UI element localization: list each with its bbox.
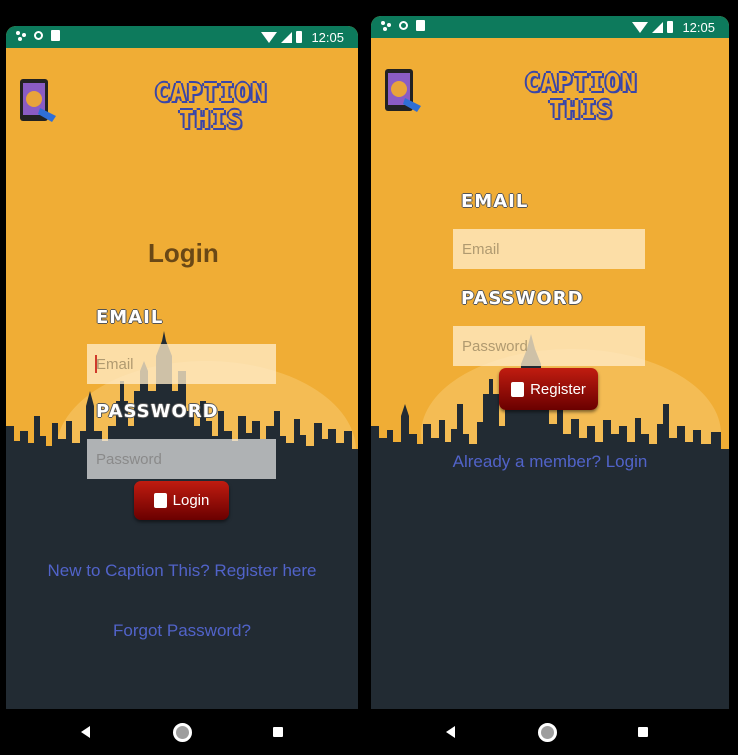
email-label: EMAIL xyxy=(96,307,164,328)
login-button-label: Login xyxy=(172,492,210,509)
password-field[interactable] xyxy=(87,439,276,479)
email-label: EMAIL xyxy=(461,191,529,212)
status-icons-right xyxy=(261,31,302,43)
status-time: 12:05 xyxy=(311,30,344,45)
skyline-background xyxy=(6,331,358,721)
sync-icon xyxy=(399,21,408,30)
recents-icon[interactable] xyxy=(638,727,648,737)
app-logo-icon xyxy=(385,69,421,112)
signal-icon xyxy=(652,21,663,33)
login-button[interactable]: Login xyxy=(134,481,229,520)
sd-card-icon xyxy=(51,30,60,41)
status-icons-left xyxy=(381,20,425,31)
page-title: Login xyxy=(148,238,219,268)
signal-icon xyxy=(281,31,292,43)
wifi-icon xyxy=(632,21,648,33)
register-screen: 12:05 CAPTION THIS EMAIL PASSWORD Regist… xyxy=(371,16,729,755)
status-icons-left xyxy=(16,30,60,41)
password-field[interactable] xyxy=(453,326,645,366)
brand-line-1: CAPTION xyxy=(524,68,638,97)
brand-line-1: CAPTION xyxy=(154,78,268,107)
back-icon[interactable] xyxy=(446,726,455,738)
email-field[interactable] xyxy=(453,229,645,269)
status-bar: 12:05 xyxy=(371,16,729,38)
battery-icon xyxy=(667,21,673,33)
navigation-bar xyxy=(371,709,729,755)
home-icon[interactable] xyxy=(173,723,192,742)
status-bar: 12:05 xyxy=(6,26,358,48)
login-link[interactable]: Already a member? Login xyxy=(371,452,729,472)
brand-line-2: THIS xyxy=(178,105,244,134)
register-icon xyxy=(511,381,525,397)
nodes-icon xyxy=(381,20,391,31)
sd-card-icon xyxy=(416,20,425,31)
text-cursor xyxy=(95,355,97,373)
wifi-icon xyxy=(261,31,277,43)
brand-logo: CAPTION THIS xyxy=(496,69,666,123)
sync-icon xyxy=(34,31,43,40)
recents-icon[interactable] xyxy=(273,727,283,737)
login-screen: 12:05 CAPTION THIS Login EMAIL PASSWORD … xyxy=(6,26,358,755)
battery-icon xyxy=(296,31,302,43)
email-field[interactable] xyxy=(87,344,276,384)
status-time: 12:05 xyxy=(682,20,715,35)
password-label: PASSWORD xyxy=(96,401,219,422)
forgot-password-link[interactable]: Forgot Password? xyxy=(6,621,358,641)
register-button-label: Register xyxy=(530,380,586,398)
status-icons-right xyxy=(632,21,673,33)
navigation-bar xyxy=(6,709,358,755)
login-icon xyxy=(153,493,167,508)
password-label: PASSWORD xyxy=(461,288,584,309)
brand-logo: CAPTION THIS xyxy=(126,79,296,133)
home-icon[interactable] xyxy=(538,723,557,742)
register-link[interactable]: New to Caption This? Register here xyxy=(6,561,358,581)
back-icon[interactable] xyxy=(81,726,90,738)
brand-line-2: THIS xyxy=(548,95,614,124)
register-button[interactable]: Register xyxy=(499,368,598,410)
app-logo-icon xyxy=(20,79,56,122)
nodes-icon xyxy=(16,30,26,41)
